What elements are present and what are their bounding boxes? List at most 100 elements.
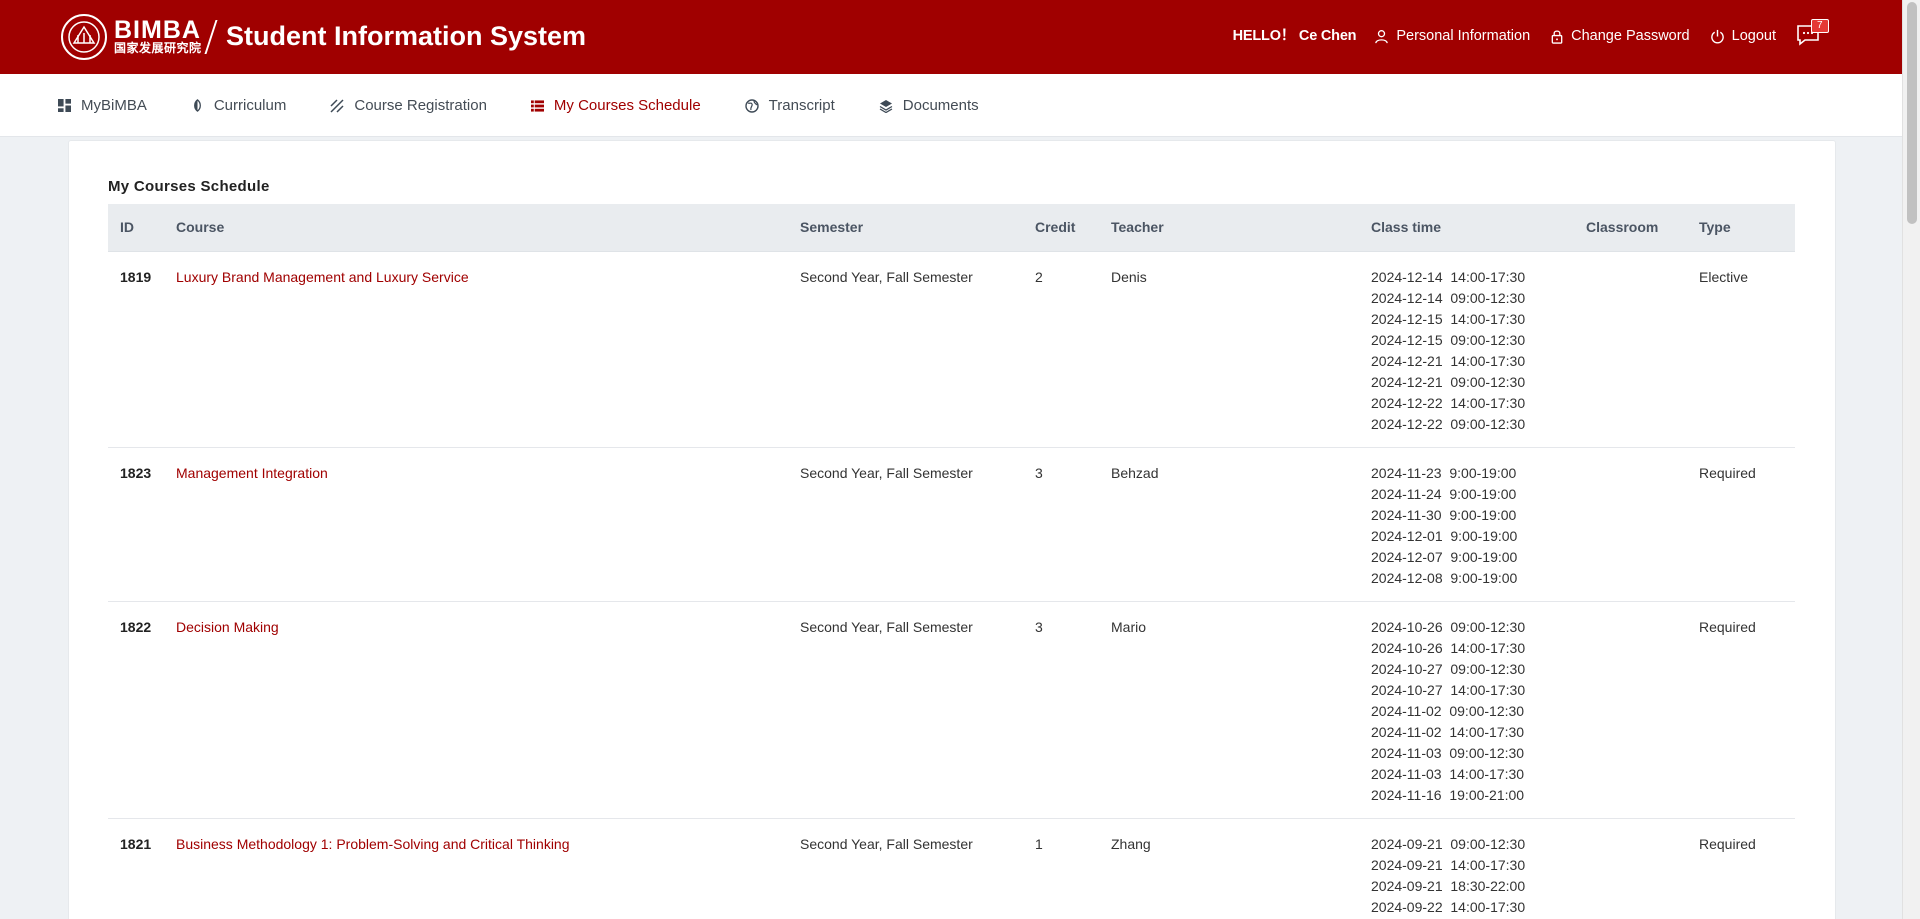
course-link[interactable]: Decision Making (176, 601, 800, 819)
class-time-entry: 2024-10-26 14:00-17:30 (1371, 639, 1526, 656)
nav-item-curriculum[interactable]: Curriculum (191, 74, 287, 137)
class-time-entry: 2024-12-14 09:00-12:30 (1371, 289, 1526, 306)
class-time-entry: 2024-09-22 14:00-17:30 (1371, 898, 1526, 915)
table-row: 1819 Luxury Brand Management and Luxury … (108, 251, 1795, 448)
scrollbar-thumb[interactable] (1907, 2, 1917, 224)
nav-item-documents[interactable]: Documents (879, 74, 979, 137)
column-header-course: Course (176, 204, 800, 252)
nav-item-mybimba[interactable]: MyBiMBA (58, 74, 147, 137)
class-time-entry: 2024-09-21 09:00-12:30 (1371, 835, 1526, 852)
course-link[interactable]: Business Methodology 1: Problem-Solving … (176, 818, 800, 919)
nav-label: Curriculum (213, 97, 287, 114)
app-title: Student Information System (226, 21, 587, 51)
user-greeting: HELLO！ Ce Chen (1232, 28, 1357, 44)
column-header-semester: Semester (800, 204, 1035, 252)
class-time-entry: 2024-10-26 09:00-12:30 (1371, 618, 1526, 635)
table-header-row: ID Course Semester Credit Teacher Class … (108, 204, 1795, 252)
column-header-classroom: Classroom (1586, 204, 1699, 252)
cell-teacher: Behzad (1111, 447, 1371, 602)
university-seal-icon (61, 14, 107, 60)
class-time-entry: 2024-12-22 14:00-17:30 (1371, 394, 1526, 411)
cell-semester: Second Year, Fall Semester (800, 447, 1035, 602)
class-time-entry: 2024-12-15 14:00-17:30 (1371, 310, 1526, 327)
cell-type: Required (1699, 818, 1795, 919)
user-icon (1375, 29, 1389, 43)
cell-credit: 2 (1035, 251, 1111, 448)
page-title: My Courses Schedule (108, 178, 270, 195)
cell-id: 1822 (108, 601, 176, 819)
logo-chinese-text: 国家发展研究院 (114, 41, 202, 55)
power-icon (1710, 29, 1724, 43)
cell-class-time: 2024-12-14 14:00-17:30 2024-12-14 09:00-… (1371, 251, 1586, 448)
nav-item-course-registration[interactable]: Course Registration (330, 74, 487, 137)
class-time-entry: 2024-12-15 09:00-12:30 (1371, 331, 1526, 348)
cell-id: 1819 (108, 251, 176, 448)
cell-teacher: Denis (1111, 251, 1371, 448)
top-header: BIMBA 国家发展研究院 Student Information System… (0, 0, 1902, 74)
personal-information-label: Personal Information (1396, 28, 1531, 44)
nav-label: My Courses Schedule (553, 97, 701, 114)
nav-label: MyBiMBA (81, 97, 147, 114)
layers-icon (879, 99, 893, 113)
nav-label: Course Registration (354, 97, 487, 114)
class-time-entry: 2024-11-30 9:00-19:00 (1371, 506, 1517, 523)
logout-link[interactable]: Logout (1710, 24, 1776, 48)
course-link[interactable]: Management Integration (176, 447, 800, 602)
messages-button[interactable]: 7 (1796, 19, 1829, 48)
class-time-entry: 2024-11-16 19:00-21:00 (1371, 786, 1525, 803)
column-header-teacher: Teacher (1111, 204, 1371, 252)
cell-classroom (1586, 601, 1699, 819)
cell-credit: 3 (1035, 601, 1111, 819)
page-scrollbar[interactable] (1902, 0, 1920, 919)
class-time-entry: 2024-12-22 09:00-12:30 (1371, 415, 1526, 432)
cell-type: Required (1699, 447, 1795, 602)
change-password-label: Change Password (1571, 28, 1690, 44)
class-time-entry: 2024-12-01 9:00-19:00 (1371, 527, 1518, 544)
logout-label: Logout (1731, 28, 1776, 44)
cell-classroom (1586, 251, 1699, 448)
main-navigation: MyBiMBA Curriculum Course Registration M… (0, 74, 1902, 137)
nav-label: Transcript (768, 97, 835, 114)
class-time-entry: 2024-11-24 9:00-19:00 (1371, 485, 1517, 502)
change-password-link[interactable]: Change Password (1550, 24, 1690, 48)
cell-class-time: 2024-11-23 9:00-19:00 2024-11-24 9:00-19… (1371, 447, 1586, 602)
class-time-entry: 2024-09-21 18:30-22:00 (1371, 877, 1526, 894)
class-time-entry: 2024-10-27 14:00-17:30 (1371, 681, 1526, 698)
user-menu: HELLO！ Ce Chen Personal Information Chan… (1232, 19, 1829, 48)
contrast-icon (193, 99, 201, 112)
class-time-entry: 2024-11-02 14:00-17:30 (1371, 723, 1525, 740)
course-link[interactable]: Luxury Brand Management and Luxury Servi… (176, 251, 800, 448)
cell-type: Elective (1699, 251, 1795, 448)
nav-item-my-courses-schedule[interactable]: My Courses Schedule (530, 74, 701, 137)
column-header-class-time: Class time (1371, 204, 1586, 252)
table-row: 1822 Decision Making Second Year, Fall S… (108, 601, 1795, 819)
cell-teacher: Zhang (1111, 818, 1371, 919)
table-row: 1821 Business Methodology 1: Problem-Sol… (108, 818, 1795, 919)
class-time-entry: 2024-12-08 9:00-19:00 (1371, 569, 1518, 586)
class-time-entry: 2024-12-21 09:00-12:30 (1371, 373, 1526, 390)
class-time-entry: 2024-12-07 9:00-19:00 (1371, 548, 1518, 565)
nav-item-transcript[interactable]: Transcript (744, 74, 835, 137)
globe-icon (744, 98, 759, 113)
class-time-entry: 2024-11-03 09:00-12:30 (1371, 744, 1525, 761)
lock-icon (1551, 29, 1563, 44)
cell-teacher: Mario (1111, 601, 1371, 819)
class-time-entry: 2024-11-03 14:00-17:30 (1371, 765, 1525, 782)
cell-classroom (1586, 818, 1699, 919)
schedule-table-body: 1819 Luxury Brand Management and Luxury … (108, 251, 1795, 919)
cell-id: 1823 (108, 447, 176, 602)
message-count-badge: 7 (1811, 19, 1829, 33)
personal-information-link[interactable]: Personal Information (1374, 24, 1530, 48)
nav-label: Documents (902, 97, 979, 114)
class-time-entry: 2024-11-23 9:00-19:00 (1371, 464, 1517, 481)
dashboard-icon (58, 99, 71, 112)
column-header-credit: Credit (1035, 204, 1111, 252)
class-time-entry: 2024-11-02 09:00-12:30 (1371, 702, 1525, 719)
hatch-icon (330, 98, 344, 113)
table-row: 1823 Management Integration Second Year,… (108, 447, 1795, 602)
cell-classroom (1586, 447, 1699, 602)
class-time-entry: 2024-12-21 14:00-17:30 (1371, 352, 1526, 369)
schedule-table: ID Course Semester Credit Teacher Class … (108, 204, 1795, 919)
cell-class-time: 2024-10-26 09:00-12:30 2024-10-26 14:00-… (1371, 601, 1586, 819)
class-time-entry: 2024-10-27 09:00-12:30 (1371, 660, 1526, 677)
